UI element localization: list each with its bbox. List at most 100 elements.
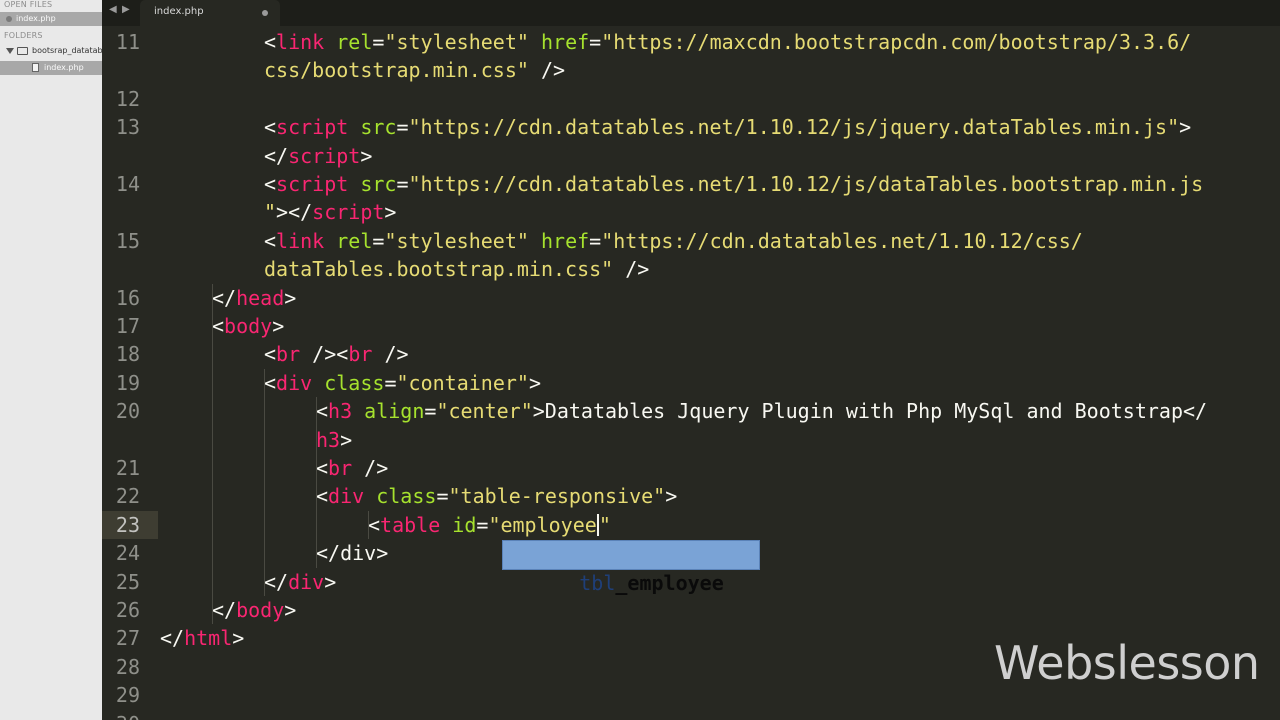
- code-line[interactable]: h3>: [316, 426, 352, 454]
- code-token: <: [264, 370, 277, 395]
- open-file-label: index.php: [16, 14, 56, 23]
- code-token: ": [598, 512, 611, 537]
- code-token: =: [589, 30, 602, 54]
- tab-label: index.php: [154, 6, 204, 17]
- indent-guide: [368, 510, 369, 540]
- code-token: >: [324, 569, 337, 594]
- code-editor[interactable]: 11 12 13 14 15 16 17 18 19 20 21 22 23 24 25 26 27 28 29 30…: [102, 26, 1280, 720]
- code-token: dataTables.bootstrap.min.css": [264, 257, 614, 282]
- indent-guide: [264, 368, 265, 596]
- tab-index-php[interactable]: index.php: [140, 0, 280, 26]
- line-number: 19: [115, 370, 140, 395]
- code-line[interactable]: <script src="https://cdn.datatables.net/…: [264, 113, 1191, 141]
- code-token: "https://maxcdn.bootstrapcdn.com/bootstr…: [601, 30, 1192, 54]
- editor-window: OPEN FILES index.php FOLDERS bootsrap_da…: [0, 0, 1280, 720]
- code-line[interactable]: <br /><br />: [264, 340, 409, 368]
- code-token: body: [224, 314, 273, 338]
- code-line[interactable]: <script src="https://cdn.datatables.net/…: [264, 170, 1203, 198]
- line-number: 20: [115, 399, 140, 424]
- folders-heading: FOLDERS: [4, 31, 43, 40]
- code-token: <: [264, 172, 277, 196]
- code-token: div: [328, 484, 377, 509]
- code-token: /><: [300, 342, 349, 367]
- code-line[interactable]: <h3 align="center">Datatables Jquery Plu…: [316, 397, 1207, 425]
- code-line[interactable]: </head>: [212, 284, 296, 312]
- code-token: =: [396, 172, 409, 196]
- autocomplete-popup[interactable]: tbl_employee: [502, 540, 760, 595]
- disclosure-down-icon[interactable]: [6, 47, 14, 54]
- code-token: />: [352, 456, 389, 480]
- open-file-item[interactable]: index.php: [0, 12, 102, 26]
- close-file-icon[interactable]: [6, 15, 12, 22]
- code-token: src: [360, 172, 397, 196]
- code-token: <: [264, 115, 277, 140]
- code-area[interactable]: <link rel="stylesheet" href="https://max…: [160, 26, 1280, 720]
- watermark-logo: Webslesson: [994, 636, 1260, 690]
- arrow-right-icon[interactable]: ▶: [122, 4, 130, 15]
- code-token: <: [368, 512, 381, 537]
- code-token: "https://cdn.datatables.net/1.10.12/css/: [601, 228, 1083, 253]
- code-line[interactable]: <br />: [316, 454, 388, 482]
- code-token: =: [372, 228, 385, 253]
- code-token: script: [276, 172, 361, 196]
- code-token: =: [396, 115, 409, 140]
- code-line[interactable]: css/bootstrap.min.css" />: [264, 56, 565, 84]
- line-number: 11: [115, 30, 140, 54]
- code-token: >: [340, 427, 353, 452]
- folder-file-label: index.php: [44, 63, 84, 72]
- folder-label: bootsrap_datatables: [32, 46, 103, 55]
- arrow-left-icon[interactable]: ◀: [109, 4, 117, 15]
- line-number: 13: [115, 115, 140, 140]
- code-line[interactable]: <link rel="stylesheet" href="https://cdn…: [264, 227, 1083, 255]
- folder-icon: [17, 46, 28, 55]
- line-number: 27: [115, 626, 140, 651]
- code-line[interactable]: <table id="employee ": [368, 511, 611, 539]
- code-line[interactable]: </div>: [264, 568, 336, 596]
- code-token: ></: [276, 200, 313, 225]
- unsaved-dot-icon[interactable]: [262, 10, 268, 16]
- code-token: h3: [316, 427, 341, 452]
- code-line[interactable]: <body>: [212, 312, 284, 340]
- code-line[interactable]: </div>: [316, 539, 388, 567]
- code-token: html: [184, 626, 233, 651]
- code-token: script: [276, 115, 361, 140]
- indent-guide: [316, 397, 317, 568]
- code-token: <: [264, 342, 277, 367]
- sidebar: OPEN FILES index.php FOLDERS bootsrap_da…: [0, 0, 103, 720]
- line-number: 28: [115, 654, 140, 679]
- code-token: br: [348, 342, 373, 367]
- code-line[interactable]: "></script>: [264, 198, 396, 226]
- line-number: 12: [115, 86, 140, 111]
- code-token: src: [360, 115, 397, 140]
- code-line[interactable]: <link rel="stylesheet" href="https://max…: [264, 28, 1191, 56]
- line-number: 23: [115, 512, 140, 537]
- code-line[interactable]: <div class="table-responsive">: [316, 482, 677, 510]
- code-token: >: [665, 484, 678, 509]
- folder-file-item[interactable]: index.php: [0, 61, 102, 75]
- code-token: =: [589, 228, 602, 253]
- code-line[interactable]: <div class="container">: [264, 369, 541, 397]
- line-number: 15: [115, 228, 140, 253]
- code-line[interactable]: </body>: [212, 596, 296, 624]
- folder-item[interactable]: bootsrap_datatables: [0, 44, 102, 58]
- code-token: body: [236, 598, 285, 622]
- code-token: />: [528, 58, 566, 83]
- code-token: link: [276, 30, 337, 54]
- code-token: "https://cdn.datatables.net/1.10.12/js/j…: [408, 115, 1180, 140]
- code-line[interactable]: </html>: [160, 624, 244, 652]
- code-line[interactable]: </script>: [264, 142, 372, 170]
- code-token: ": [264, 200, 277, 225]
- code-token: script: [312, 200, 385, 225]
- code-token: </: [212, 285, 237, 310]
- code-line[interactable]: dataTables.bootstrap.min.css" />: [264, 255, 649, 283]
- code-token: br: [276, 342, 301, 367]
- code-token: align: [364, 399, 425, 424]
- code-token: "container": [396, 370, 529, 395]
- line-number: 16: [115, 285, 140, 310]
- code-token: "employee: [488, 512, 597, 537]
- line-number: 26: [115, 598, 140, 622]
- line-number: 17: [115, 314, 140, 338]
- code-token: =: [372, 30, 385, 54]
- file-icon: [32, 63, 39, 72]
- code-token: "table-responsive": [448, 484, 666, 509]
